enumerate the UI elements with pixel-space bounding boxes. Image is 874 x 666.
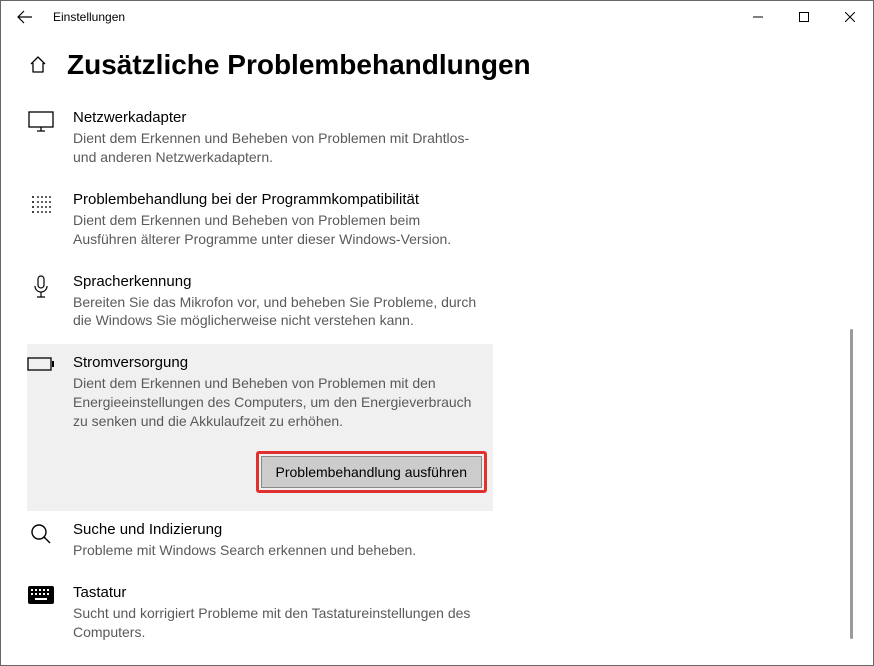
close-icon	[845, 12, 855, 22]
window-controls	[735, 1, 873, 33]
content-area: Zusätzliche Problembehandlungen Netzwerk…	[27, 49, 855, 661]
item-title: Netzwerkadapter	[73, 109, 487, 126]
item-desc: Dient dem Erkennen und Beheben von Probl…	[73, 211, 487, 249]
troubleshooter-item-program-compatibility[interactable]: Problembehandlung bei der Programmkompat…	[27, 181, 487, 263]
item-title: Tastatur	[73, 584, 487, 601]
battery-icon	[27, 356, 55, 372]
item-title: Problembehandlung bei der Programmkompat…	[73, 191, 487, 208]
page-header: Zusätzliche Problembehandlungen	[27, 49, 855, 81]
item-title: Stromversorgung	[73, 354, 487, 371]
item-desc: Dient dem Erkennen und Beheben von Probl…	[73, 129, 487, 167]
scrollbar-thumb[interactable]	[850, 329, 853, 639]
titlebar: Einstellungen	[1, 1, 873, 33]
troubleshooter-item-speech-recognition[interactable]: Spracherkennung Bereiten Sie das Mikrofo…	[27, 263, 487, 345]
minimize-button[interactable]	[735, 1, 781, 33]
microphone-icon	[31, 275, 51, 301]
search-icon	[30, 523, 52, 545]
item-desc: Sucht und korrigiert Probleme mit den Ta…	[73, 604, 487, 642]
item-title: Spracherkennung	[73, 273, 487, 290]
arrow-left-icon	[17, 9, 33, 25]
compat-list-icon	[29, 193, 53, 215]
item-desc: Bereiten Sie das Mikrofon vor, und beheb…	[73, 293, 487, 331]
minimize-icon	[753, 12, 763, 22]
window-title: Einstellungen	[53, 10, 125, 24]
home-icon	[28, 55, 48, 75]
maximize-icon	[799, 12, 809, 22]
run-troubleshooter-button[interactable]: Problembehandlung ausführen	[261, 456, 482, 488]
troubleshooter-item-directaccess[interactable]: Verbindung mit einem Arbeitsplatz über D…	[27, 656, 487, 661]
troubleshooter-list: Netzwerkadapter Dient dem Erkennen und B…	[27, 99, 487, 661]
close-button[interactable]	[827, 1, 873, 33]
back-button[interactable]	[9, 1, 41, 33]
troubleshooter-item-network-adapter[interactable]: Netzwerkadapter Dient dem Erkennen und B…	[27, 99, 487, 181]
maximize-button[interactable]	[781, 1, 827, 33]
item-title: Suche und Indizierung	[73, 521, 487, 538]
keyboard-icon	[28, 586, 54, 604]
troubleshooter-item-keyboard[interactable]: Tastatur Sucht und korrigiert Probleme m…	[27, 574, 487, 656]
troubleshooter-item-search-indexing[interactable]: Suche und Indizierung Probleme mit Windo…	[27, 511, 487, 574]
item-desc: Dient dem Erkennen und Beheben von Probl…	[73, 374, 487, 431]
item-desc: Probleme mit Windows Search erkennen und…	[73, 541, 487, 560]
monitor-icon	[28, 111, 54, 133]
page-title: Zusätzliche Problembehandlungen	[67, 49, 531, 81]
troubleshooter-item-power[interactable]: Stromversorgung Dient dem Erkennen und B…	[27, 344, 493, 511]
callout-highlight: Problembehandlung ausführen	[256, 451, 487, 493]
home-button[interactable]	[27, 55, 49, 75]
